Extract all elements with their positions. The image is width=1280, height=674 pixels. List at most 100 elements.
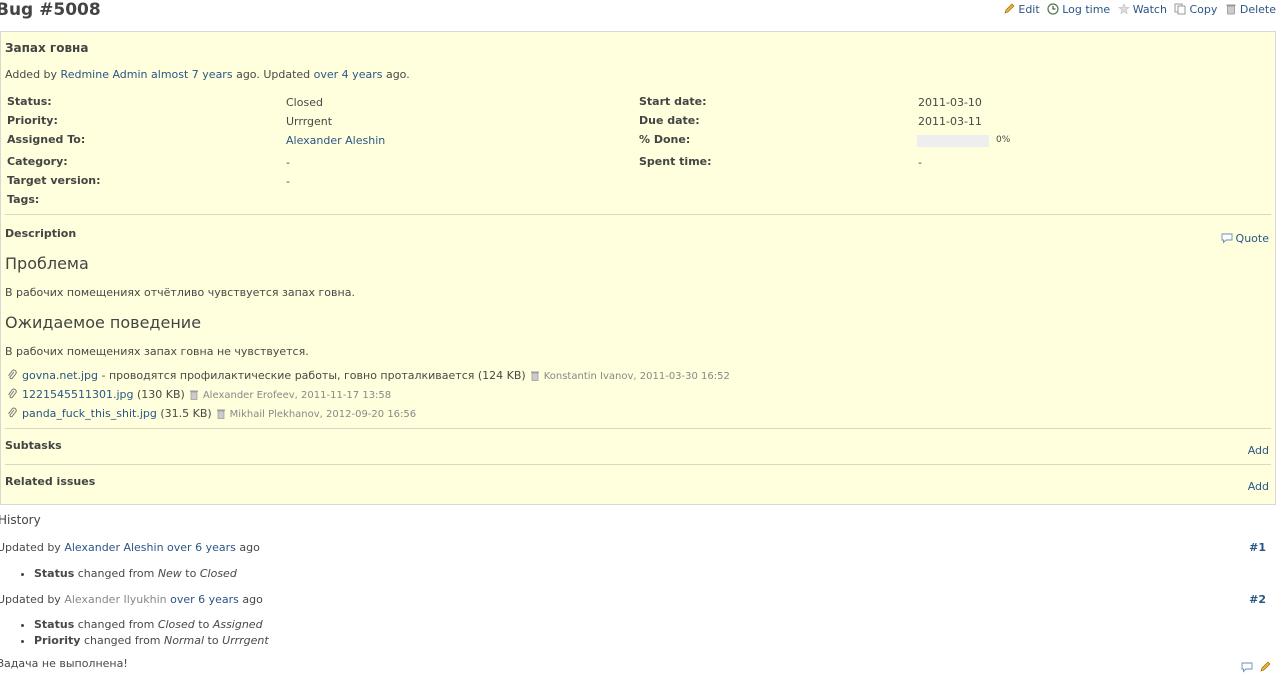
journal-ago-link[interactable]: over 6 years — [170, 593, 239, 606]
change-field: Status — [34, 618, 75, 631]
trash-icon — [1226, 4, 1236, 15]
paperclip-icon — [8, 369, 17, 380]
journal-actions — [1241, 661, 1275, 674]
updated-suffix-text: ago. — [382, 68, 410, 81]
delete-attachment-icon[interactable] — [189, 389, 199, 400]
history-title: History — [0, 513, 41, 527]
attachment-row: 1221545511301.jpg (130 KB) Alexander Erof… — [7, 388, 391, 401]
related-issues-label: Related issues — [5, 475, 96, 488]
description-heading-expected: Ожидаемое поведение — [5, 313, 202, 332]
edit-label: Edit — [1018, 3, 1040, 16]
start-date-label: Start date: — [639, 95, 707, 108]
journal-user-link[interactable]: Alexander Ilyukhin — [64, 593, 166, 606]
quote-label: Quote — [1235, 232, 1269, 245]
divider — [5, 464, 1271, 465]
quote-button[interactable]: Quote — [1221, 232, 1269, 245]
target-version-label: Target version: — [7, 174, 101, 187]
contextual-actions: Edit Log time Watch Copy Delete — [999, 3, 1276, 16]
change-field: Priority — [34, 634, 81, 647]
delete-label: Delete — [1239, 3, 1276, 16]
added-by-text: Added by — [5, 68, 61, 81]
journal-header: Updated by Alexander Ilyukhin over 6 yea… — [0, 593, 263, 606]
paperclip-icon — [8, 407, 17, 418]
change-to: Closed — [199, 567, 237, 580]
description-paragraph-1: В рабочих помещениях отчётливо чувствует… — [5, 286, 355, 299]
delete-attachment-icon[interactable] — [530, 370, 540, 381]
journal-user-link[interactable]: Alexander Aleshin — [64, 541, 163, 554]
status-label: Status: — [7, 95, 52, 108]
change-to: Assigned — [212, 618, 263, 631]
due-date-value: 2011-03-11 — [918, 115, 982, 128]
change-field: Status — [34, 567, 75, 580]
tags-label: Tags: — [7, 193, 40, 206]
assigned-to-link[interactable]: Alexander Aleshin — [286, 134, 385, 147]
change-to-word: to — [181, 567, 200, 580]
copy-icon — [1174, 3, 1186, 15]
issue-author-line: Added by Redmine Admin almost 7 years ag… — [5, 68, 410, 81]
created-ago-link[interactable]: almost 7 years — [151, 68, 233, 81]
priority-label: Priority: — [7, 114, 58, 127]
subtasks-label: Subtasks — [5, 439, 62, 452]
delete-attachment-icon[interactable] — [216, 408, 226, 419]
change-item: Status changed from Closed to Assigned — [34, 617, 269, 633]
paperclip-icon — [8, 388, 17, 399]
add-related-issue-link[interactable]: Add — [1248, 480, 1269, 493]
updated-by-text: Updated by — [0, 593, 65, 606]
change-to: Urrrgent — [222, 634, 269, 647]
log-time-link[interactable]: Log time — [1047, 3, 1110, 16]
journal-number-link[interactable]: #2 — [1249, 593, 1266, 606]
watch-link[interactable]: Watch — [1117, 3, 1167, 16]
change-from: Closed — [157, 618, 195, 631]
attachment-description: - проводятся профилактические работы, го… — [98, 369, 526, 382]
issue-details: Запах говна Added by Redmine Admin almos… — [0, 31, 1276, 505]
attachment-meta: Konstantin Ivanov, 2011-03-30 16:52 — [543, 371, 730, 382]
edit-link[interactable]: Edit — [1003, 3, 1040, 16]
speech-bubble-icon — [1221, 233, 1232, 244]
attachment-link[interactable]: panda_fuck_this_shit.jpg — [22, 407, 157, 420]
change-to-word: to — [194, 618, 213, 631]
status-value: Closed — [286, 96, 323, 109]
log-time-label: Log time — [1062, 3, 1111, 16]
author-link[interactable]: Redmine Admin — [61, 68, 148, 81]
delete-link[interactable]: Delete — [1225, 3, 1276, 16]
edit-icon[interactable] — [1259, 661, 1271, 673]
attachment-row: govna.net.jpg - проводятся профилактичес… — [7, 369, 730, 382]
start-date-value: 2011-03-10 — [918, 96, 982, 109]
updated-ago-link[interactable]: over 4 years — [314, 68, 383, 81]
change-text: changed from — [80, 634, 165, 647]
change-from: New — [157, 567, 182, 580]
clock-icon — [1047, 3, 1059, 15]
attachment-meta: Alexander Erofeev, 2011-11-17 13:58 — [202, 390, 392, 401]
target-version-value: - — [286, 175, 290, 188]
attachment-meta: Mikhail Plekhanov, 2012-09-20 16:56 — [229, 409, 417, 420]
divider — [5, 214, 1271, 215]
journal-changes: Status changed from Closed to Assigned P… — [18, 617, 269, 649]
journal-ago-link[interactable]: over 6 years — [167, 541, 236, 554]
category-value: - — [286, 156, 290, 169]
change-text: changed from — [74, 567, 158, 580]
journal-number-link[interactable]: #1 — [1249, 541, 1266, 554]
change-item: Priority changed from Normal to Urrrgent — [34, 633, 269, 649]
journal-header: Updated by Alexander Aleshin over 6 year… — [0, 541, 260, 554]
done-ratio-value: 0% — [996, 135, 1011, 145]
priority-value: Urrrgent — [286, 115, 333, 128]
watch-label: Watch — [1132, 3, 1167, 16]
quote-icon[interactable] — [1241, 661, 1253, 673]
due-date-label: Due date: — [639, 114, 700, 127]
journal-note: Задача не выполнена! — [0, 657, 128, 670]
spent-time-label: Spent time: — [639, 155, 712, 168]
copy-label: Copy — [1189, 3, 1218, 16]
description-heading-problem: Проблема — [5, 254, 89, 273]
category-label: Category: — [7, 155, 68, 168]
journal-suffix-text: ago — [238, 593, 263, 606]
add-subtask-link[interactable]: Add — [1248, 444, 1269, 457]
done-ratio-label: % Done: — [639, 133, 691, 146]
attachment-link[interactable]: govna.net.jpg — [22, 369, 98, 382]
description-paragraph-2: В рабочих помещениях запах говна не чувс… — [5, 345, 309, 358]
attachment-row: panda_fuck_this_shit.jpg (31.5 KB) Mikhai… — [7, 407, 416, 420]
attachment-link[interactable]: 1221545511301.jpg — [22, 388, 134, 401]
issue-subject: Запах говна — [5, 41, 89, 55]
page-title: Bug #5008 — [0, 0, 101, 20]
copy-link[interactable]: Copy — [1174, 3, 1217, 16]
assigned-to-label: Assigned To: — [7, 133, 86, 146]
